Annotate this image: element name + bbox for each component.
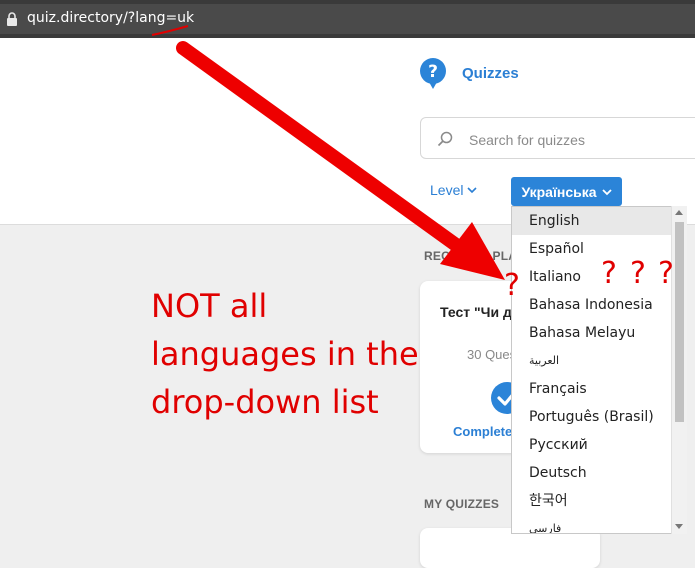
annotation-question-mark: ? xyxy=(630,256,646,291)
language-select-button[interactable]: Українська xyxy=(511,177,622,206)
search-box[interactable] xyxy=(420,117,695,159)
scroll-down-arrow-icon[interactable] xyxy=(675,524,683,529)
url-underline-mark xyxy=(151,25,189,36)
annotation-line: NOT all xyxy=(151,287,268,325)
search-icon xyxy=(437,131,453,147)
chevron-down-icon xyxy=(601,188,612,195)
annotation-text: NOT all languages in the drop-down list xyxy=(151,282,431,426)
language-option[interactable]: العربية xyxy=(512,347,685,375)
language-option[interactable]: فارسی xyxy=(512,515,685,533)
language-option[interactable]: English xyxy=(512,207,685,235)
question-bubble-icon[interactable]: ? xyxy=(419,58,447,90)
browser-address-bar: quiz.directory/?lang=uk xyxy=(0,0,695,38)
annotation-line: drop-down list xyxy=(151,383,379,421)
recently-played-label: RECENTLY PLA xyxy=(424,249,518,263)
language-option[interactable]: Português (Brasil) xyxy=(512,403,685,431)
language-option[interactable]: Deutsch xyxy=(512,459,685,487)
level-label: Level xyxy=(430,182,464,198)
logo-text[interactable]: Quizzes xyxy=(462,65,519,82)
search-input[interactable] xyxy=(467,128,691,152)
language-option[interactable]: Bahasa Indonesia xyxy=(512,291,685,319)
scroll-up-arrow-icon[interactable] xyxy=(675,210,683,215)
lock-icon xyxy=(7,12,17,26)
annotation-question-mark: ? xyxy=(658,256,674,291)
level-filter[interactable]: Level xyxy=(430,182,478,198)
annotation-question-mark: ? xyxy=(504,268,520,303)
annotation-line: languages in the xyxy=(151,335,419,373)
my-quizzes-label: MY QUIZZES xyxy=(424,497,500,511)
language-option[interactable]: 한국어 xyxy=(512,487,685,515)
chevron-down-icon xyxy=(467,187,478,194)
svg-text:?: ? xyxy=(428,62,438,82)
my-quiz-card[interactable] xyxy=(420,528,600,568)
quiz-card-question-count: 30 Ques xyxy=(467,347,517,362)
language-option[interactable]: Русский xyxy=(512,431,685,459)
language-option[interactable]: Bahasa Melayu xyxy=(512,319,685,347)
language-button-label: Українська xyxy=(521,183,597,200)
scrollbar-thumb[interactable] xyxy=(675,222,684,422)
language-option[interactable]: Français xyxy=(512,375,685,403)
annotation-question-mark: ? xyxy=(601,256,617,291)
